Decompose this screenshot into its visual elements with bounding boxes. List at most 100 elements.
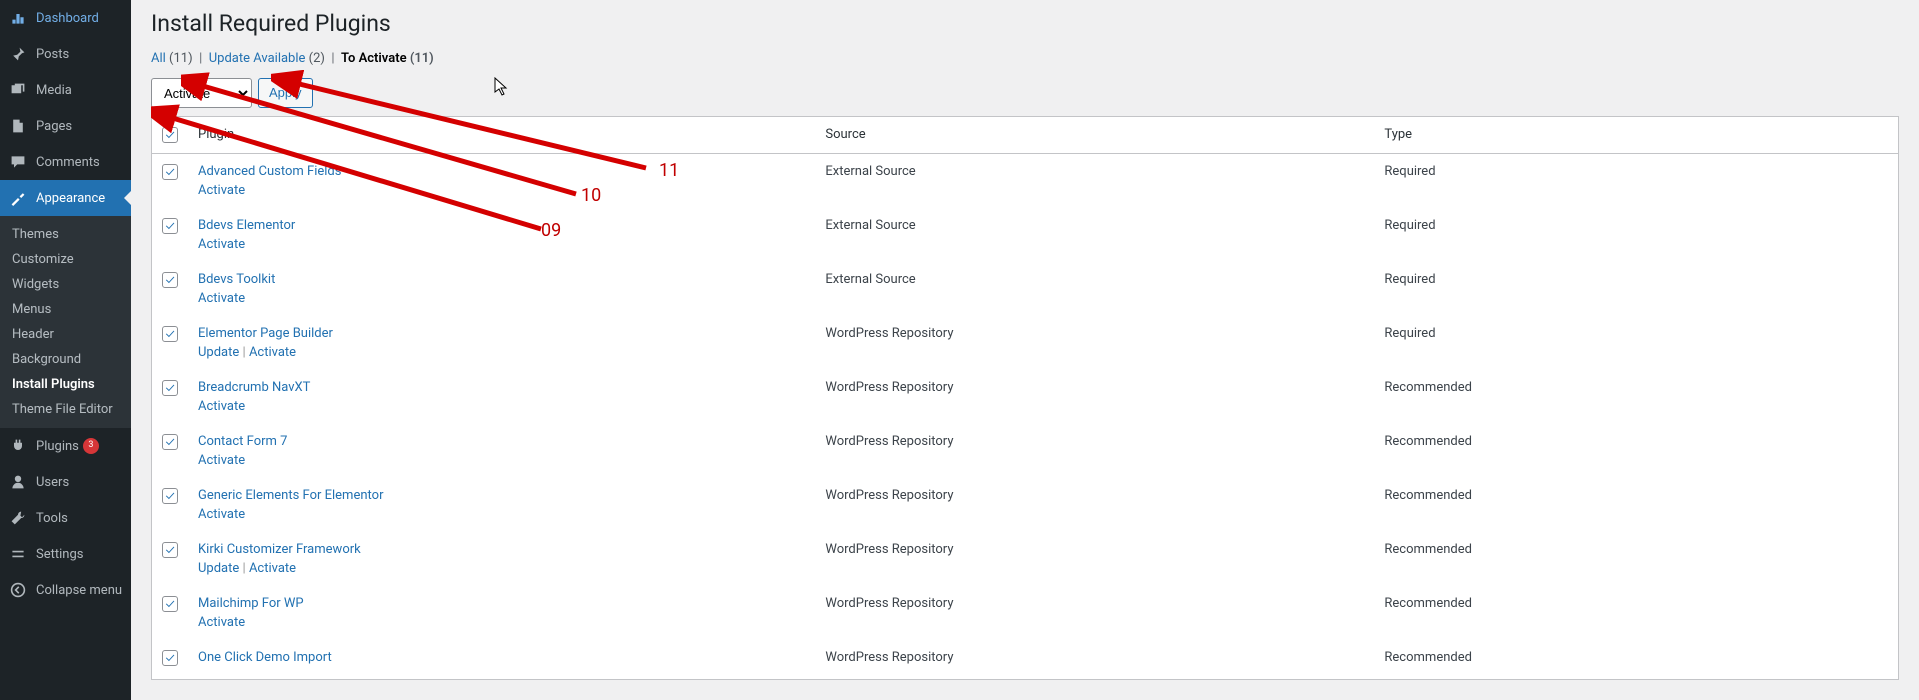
table-row: Breadcrumb NavXT Activate WordPress Repo… <box>152 370 1899 424</box>
row-checkbox[interactable] <box>162 488 178 504</box>
sidebar-item-tools[interactable]: Tools <box>0 500 131 536</box>
sidebar-item-comments[interactable]: Comments <box>0 144 131 180</box>
table-row: Bdevs Toolkit Activate External Source R… <box>152 262 1899 316</box>
cell-source: WordPress Repository <box>815 532 1374 586</box>
submenu-menus[interactable]: Menus <box>0 297 131 322</box>
sidebar-item-appearance[interactable]: Appearance <box>0 180 131 216</box>
main-content: Install Required Plugins All (11) | Upda… <box>131 0 1919 700</box>
table-row: Advanced Custom Fields Activate External… <box>152 154 1899 209</box>
row-action-activate[interactable]: Activate <box>198 399 245 414</box>
cell-type: Recommended <box>1374 586 1898 640</box>
sidebar-item-posts[interactable]: Posts <box>0 36 131 72</box>
row-checkbox[interactable] <box>162 434 178 450</box>
submenu-theme-file-editor[interactable]: Theme File Editor <box>0 397 131 422</box>
filter-to-activate[interactable]: To Activate (11) <box>341 51 434 66</box>
plugin-name-link[interactable]: Mailchimp For WP <box>198 596 304 611</box>
plugins-update-badge: 3 <box>83 438 99 454</box>
sidebar-item-label: Users <box>36 475 69 490</box>
plugin-name-link[interactable]: Contact Form 7 <box>198 434 287 449</box>
select-all-checkbox[interactable] <box>162 127 178 143</box>
row-action-activate[interactable]: Activate <box>198 291 245 306</box>
row-checkbox[interactable] <box>162 164 178 180</box>
plugin-name-link[interactable]: Kirki Customizer Framework <box>198 542 361 557</box>
plugin-name-link[interactable]: Bdevs Toolkit <box>198 272 275 287</box>
row-action-activate[interactable]: Activate <box>198 615 245 630</box>
sidebar-item-plugins[interactable]: Plugins 3 <box>0 428 131 464</box>
row-checkbox[interactable] <box>162 542 178 558</box>
row-action-activate[interactable]: Activate <box>198 507 245 522</box>
sidebar-item-media[interactable]: Media <box>0 72 131 108</box>
submenu-widgets[interactable]: Widgets <box>0 272 131 297</box>
row-actions: Activate <box>198 237 805 252</box>
sidebar-item-label: Dashboard <box>36 11 99 26</box>
cell-source: External Source <box>815 208 1374 262</box>
table-row: One Click Demo Import WordPress Reposito… <box>152 640 1899 680</box>
filter-links: All (11) | Update Available (2) | To Act… <box>151 51 1899 66</box>
row-action-update[interactable]: Update <box>198 345 239 360</box>
sidebar-item-users[interactable]: Users <box>0 464 131 500</box>
row-action-activate[interactable]: Activate <box>198 453 245 468</box>
submenu-install-plugins[interactable]: Install Plugins <box>0 372 131 397</box>
row-actions: Activate <box>198 453 805 468</box>
plugins-icon <box>8 436 28 456</box>
row-checkbox[interactable] <box>162 218 178 234</box>
submenu-background[interactable]: Background <box>0 347 131 372</box>
plugin-name-link[interactable]: One Click Demo Import <box>198 650 332 665</box>
row-checkbox[interactable] <box>162 272 178 288</box>
col-plugin[interactable]: Plugin <box>188 117 815 154</box>
settings-icon <box>8 544 28 564</box>
row-action-update[interactable]: Update <box>198 561 239 576</box>
comments-icon <box>8 152 28 172</box>
submenu-themes[interactable]: Themes <box>0 222 131 247</box>
row-action-activate[interactable]: Activate <box>198 237 245 252</box>
apply-button[interactable]: Apply <box>258 78 313 108</box>
submenu-header[interactable]: Header <box>0 322 131 347</box>
media-icon <box>8 80 28 100</box>
plugin-name-link[interactable]: Bdevs Elementor <box>198 218 295 233</box>
row-actions: Activate <box>198 399 805 414</box>
appearance-submenu: Themes Customize Widgets Menus Header Ba… <box>0 216 131 428</box>
row-checkbox[interactable] <box>162 380 178 396</box>
row-actions: Activate <box>198 183 805 198</box>
col-source[interactable]: Source <box>815 117 1374 154</box>
cell-source: External Source <box>815 262 1374 316</box>
bulk-action-select[interactable]: Activate <box>151 78 252 108</box>
sidebar-item-settings[interactable]: Settings <box>0 536 131 572</box>
row-action-activate[interactable]: Activate <box>198 183 245 198</box>
pages-icon <box>8 116 28 136</box>
row-actions: Update | Activate <box>198 345 805 360</box>
cell-type: Recommended <box>1374 370 1898 424</box>
filter-update-available[interactable]: Update Available (2) <box>209 51 325 66</box>
cell-type: Recommended <box>1374 640 1898 680</box>
page-title: Install Required Plugins <box>151 10 1899 37</box>
plugin-name-link[interactable]: Generic Elements For Elementor <box>198 488 383 503</box>
row-action-activate[interactable]: Activate <box>249 561 296 576</box>
sidebar-item-dashboard[interactable]: Dashboard <box>0 0 131 36</box>
sidebar-item-label: Tools <box>36 511 68 526</box>
filter-all[interactable]: All (11) <box>151 51 193 66</box>
plugin-name-link[interactable]: Advanced Custom Fields <box>198 164 341 179</box>
annotation-label-09: 09 <box>541 220 561 241</box>
row-action-activate[interactable]: Activate <box>249 345 296 360</box>
users-icon <box>8 472 28 492</box>
cell-type: Recommended <box>1374 532 1898 586</box>
cell-type: Required <box>1374 154 1898 209</box>
sidebar-item-label: Comments <box>36 155 100 170</box>
row-checkbox[interactable] <box>162 326 178 342</box>
row-checkbox[interactable] <box>162 596 178 612</box>
admin-sidebar: Dashboard Posts Media Pages Comments App… <box>0 0 131 700</box>
cell-type: Required <box>1374 316 1898 370</box>
sidebar-item-label: Pages <box>36 119 72 134</box>
cell-source: WordPress Repository <box>815 424 1374 478</box>
sidebar-item-collapse[interactable]: Collapse menu <box>0 572 131 608</box>
plugin-name-link[interactable]: Elementor Page Builder <box>198 326 333 341</box>
sidebar-item-pages[interactable]: Pages <box>0 108 131 144</box>
row-actions: Activate <box>198 507 805 522</box>
sidebar-item-label: Appearance <box>36 191 105 206</box>
annotation-label-10: 10 <box>581 185 601 206</box>
row-checkbox[interactable] <box>162 650 178 666</box>
submenu-customize[interactable]: Customize <box>0 247 131 272</box>
col-type[interactable]: Type <box>1374 117 1898 154</box>
plugin-name-link[interactable]: Breadcrumb NavXT <box>198 380 310 395</box>
table-row: Bdevs Elementor Activate External Source… <box>152 208 1899 262</box>
